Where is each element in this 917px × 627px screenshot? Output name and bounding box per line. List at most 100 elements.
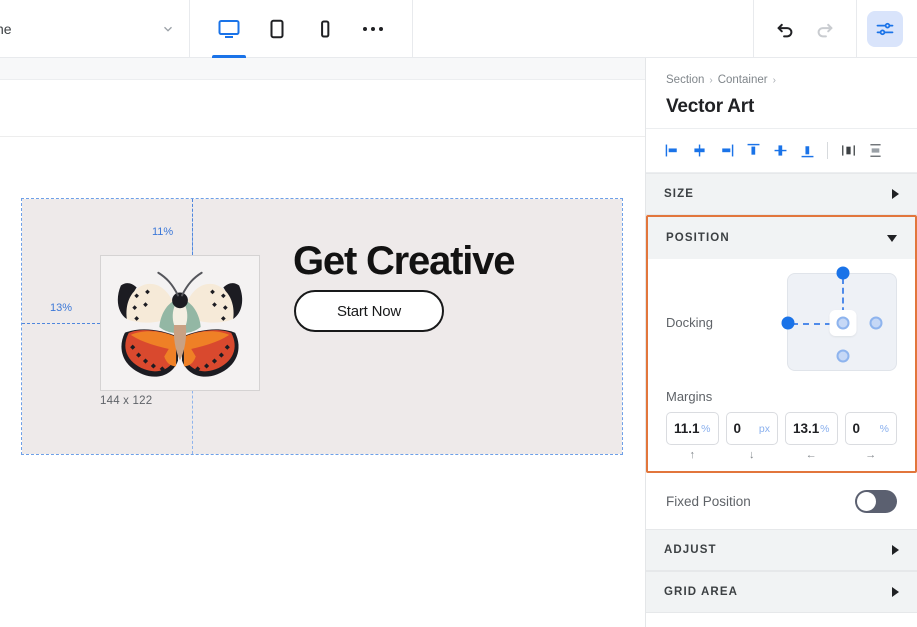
dock-handle-center[interactable] — [836, 316, 850, 330]
margin-bottom-arrow-icon: ↓ — [749, 449, 755, 461]
margin-top-arrow-icon: ↑ — [689, 449, 696, 461]
size-section-header[interactable]: SIZE — [646, 173, 917, 215]
butterfly-illustration-icon — [117, 271, 243, 377]
margin-bottom-cell: 0 px ↓ — [725, 412, 778, 461]
adjust-section-title: ADJUST — [664, 544, 717, 556]
dock-handle-bottom[interactable] — [836, 349, 850, 363]
device-preview-group — [190, 0, 413, 58]
redo-icon — [817, 23, 833, 38]
toggle-knob — [857, 491, 876, 511]
margin-guide-left — [22, 323, 100, 324]
more-horizontal-icon — [363, 27, 383, 31]
align-right-button[interactable] — [714, 138, 738, 164]
margin-guide-top — [192, 199, 193, 255]
align-bottom-button[interactable] — [795, 138, 819, 164]
margin-right-unit[interactable]: % — [880, 423, 889, 435]
margin-right-input[interactable]: 0 % — [844, 412, 897, 445]
desktop-icon — [218, 20, 240, 38]
image-size-caption: 144 x 122 — [100, 395, 153, 407]
margin-bottom-unit[interactable]: px — [759, 423, 770, 435]
chevron-right-icon — [892, 189, 899, 199]
toolbar-divider — [827, 142, 828, 159]
breadcrumb-separator-icon-2: › — [772, 74, 776, 86]
undo-button[interactable] — [772, 16, 798, 42]
canvas-top-band — [0, 58, 645, 80]
margin-right-cell: 0 % → — [844, 412, 897, 461]
undo-icon — [777, 23, 793, 38]
margins-row: 11.1 % ↑ 0 px ↓ 13.1 % ← 0 % → — [666, 412, 897, 461]
docking-widget[interactable] — [781, 266, 897, 371]
sliders-icon — [876, 22, 894, 36]
device-tablet-button[interactable] — [254, 0, 300, 58]
grid-area-section-header[interactable]: GRID AREA — [646, 571, 917, 613]
breadcrumb: Section › Container › — [666, 74, 897, 86]
position-section-header[interactable]: POSITION — [648, 217, 915, 259]
panel-header: Section › Container › Vector Art — [646, 58, 917, 129]
docking-row: Docking — [666, 266, 897, 371]
align-center-horizontal-icon — [693, 144, 705, 157]
margins-label: Margins — [666, 389, 713, 404]
mobile-icon — [321, 20, 330, 38]
redo-button[interactable] — [812, 16, 838, 42]
fixed-position-label: Fixed Position — [666, 493, 751, 509]
device-more-button[interactable] — [350, 0, 396, 58]
distribute-vertical-icon — [869, 144, 881, 157]
fixed-position-toggle[interactable] — [855, 489, 897, 513]
dock-handle-right[interactable] — [869, 316, 883, 330]
design-canvas[interactable]: 11% 13% 144 x 122 Get Creative Start Now — [0, 58, 645, 627]
chevron-down-icon-position — [887, 234, 897, 242]
start-now-button[interactable]: Start Now — [294, 290, 444, 332]
align-center-vertical-button[interactable] — [768, 138, 792, 164]
distribute-horizontal-icon — [841, 145, 855, 156]
distribute-horizontal-button[interactable] — [836, 138, 860, 164]
margin-right-value: 0 — [852, 421, 861, 436]
dock-handle-top[interactable] — [836, 266, 850, 280]
position-section-title: POSITION — [666, 232, 730, 244]
margin-guide-left-label: 13% — [50, 302, 73, 314]
panel-title: Vector Art — [666, 96, 755, 117]
margin-left-input[interactable]: 13.1 % — [785, 412, 838, 445]
margin-left-unit[interactable]: % — [820, 423, 829, 435]
margin-top-unit[interactable]: % — [701, 423, 710, 435]
breadcrumb-item-container[interactable]: Container — [718, 74, 768, 86]
position-section: POSITION Docking Margins 11.1 % ↑ 0 px ↓… — [646, 215, 917, 473]
margin-top-cell: 11.1 % ↑ — [666, 412, 719, 461]
dock-handle-left[interactable] — [781, 316, 795, 330]
headline-text[interactable]: Get Creative — [293, 239, 515, 284]
chevron-right-icon-adjust — [892, 545, 899, 555]
app-root: ne — [0, 0, 917, 627]
breadcrumb-item-section[interactable]: Section — [666, 74, 704, 86]
adjust-section-header[interactable]: ADJUST — [646, 529, 917, 571]
properties-panel: Section › Container › Vector Art SIZE PO… — [645, 58, 917, 627]
chevron-right-icon-grid — [892, 587, 899, 597]
align-bottom-icon — [801, 146, 813, 158]
docking-label: Docking — [666, 314, 713, 330]
fixed-position-row: Fixed Position — [646, 473, 917, 529]
selected-section[interactable]: 11% 13% 144 x 122 Get Creative Start Now — [21, 198, 623, 455]
page-selector[interactable]: ne — [0, 0, 190, 58]
settings-panel-toggle-button[interactable] — [867, 11, 903, 47]
align-left-icon — [665, 144, 677, 157]
device-mobile-button[interactable] — [302, 0, 348, 58]
distribute-vertical-button[interactable] — [863, 138, 887, 164]
align-right-icon — [721, 144, 733, 157]
margin-bottom-value: 0 — [733, 421, 742, 436]
align-left-button[interactable] — [660, 138, 684, 164]
alignment-toolbar — [646, 129, 917, 173]
margin-top-input[interactable]: 11.1 % — [666, 412, 719, 445]
breadcrumb-separator-icon: › — [709, 74, 713, 86]
margin-left-cell: 13.1 % ← — [785, 412, 838, 461]
device-desktop-button[interactable] — [206, 0, 252, 58]
vector-art-image[interactable] — [100, 255, 260, 391]
align-top-button[interactable] — [741, 138, 765, 164]
align-top-icon — [747, 143, 759, 155]
margin-right-arrow-icon: → — [865, 449, 877, 461]
margin-top-value: 11.1 — [674, 421, 700, 436]
position-section-body: Docking Margins 11.1 % ↑ 0 px ↓ 13.1 % ←… — [648, 259, 915, 471]
margin-bottom-input[interactable]: 0 px — [725, 412, 778, 445]
chevron-down-icon — [164, 26, 172, 32]
align-center-horizontal-button[interactable] — [687, 138, 711, 164]
history-group — [753, 0, 856, 58]
margin-guide-top-label: 11% — [152, 226, 174, 238]
